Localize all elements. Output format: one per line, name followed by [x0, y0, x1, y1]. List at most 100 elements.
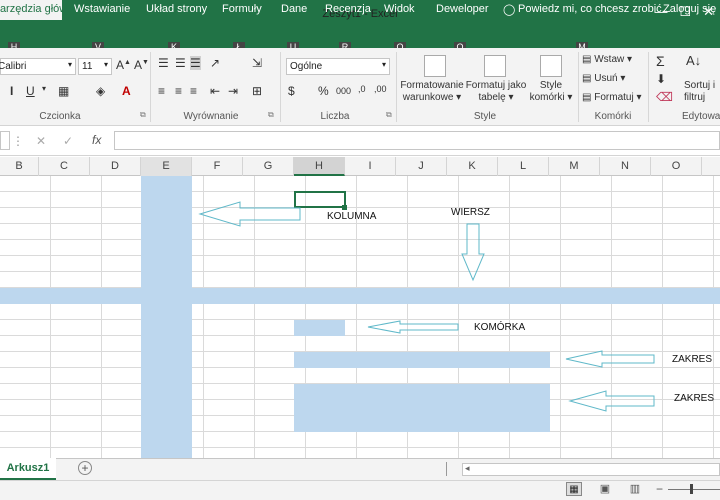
tab-home[interactable]: Narzędzia główne	[0, 0, 62, 20]
grow-font-icon[interactable]: A▲	[116, 58, 131, 72]
insert-function-icon[interactable]: fx	[92, 133, 101, 147]
comma-style-icon[interactable]: 000	[336, 86, 351, 96]
window-controls[interactable]: — ☐ ✕	[642, 4, 714, 20]
formula-bar-grip-icon: ⋮	[12, 134, 24, 148]
decrease-indent-icon[interactable]: ⇤	[210, 84, 220, 98]
fill-icon[interactable]: ⬇	[656, 72, 666, 86]
dialog-launcher-icon[interactable]: ⧉	[386, 110, 392, 120]
arrow-to-range-1	[565, 350, 655, 368]
align-bottom-icon[interactable]: ☰	[190, 56, 201, 70]
dialog-launcher-icon[interactable]: ⧉	[140, 110, 146, 120]
align-center-icon[interactable]: ≡	[175, 84, 182, 98]
tab-data[interactable]: Dane	[281, 3, 307, 15]
minimize-icon[interactable]: —	[654, 4, 667, 19]
column-header[interactable]: M	[549, 157, 600, 176]
align-right-icon[interactable]: ≡	[190, 84, 197, 98]
format-as-table-icon[interactable]	[484, 55, 506, 77]
column-header[interactable]: L	[498, 157, 549, 176]
font-size-select[interactable]: 11 ▾	[78, 58, 112, 75]
column-header[interactable]: C	[39, 157, 90, 176]
increase-indent-icon[interactable]: ⇥	[228, 84, 238, 98]
column-header[interactable]: I	[345, 157, 396, 176]
tab-splitter[interactable]	[446, 462, 447, 476]
chevron-down-icon: ▾	[103, 60, 108, 69]
tab-developer[interactable]: Deweloper	[436, 3, 489, 15]
conditional-formatting-icon[interactable]	[424, 55, 446, 77]
conditional-formatting-button[interactable]: Formatowanie warunkowe ▾	[400, 80, 464, 104]
font-color-icon[interactable]: A	[122, 84, 131, 98]
zoom-out-icon[interactable]: −	[656, 482, 663, 496]
cell-styles-icon[interactable]	[540, 55, 562, 77]
borders-icon[interactable]: ▦	[58, 84, 69, 98]
tab-insert[interactable]: Wstawianie	[74, 3, 130, 15]
sort-filter-button[interactable]: Sortuj i filtruj	[684, 80, 715, 104]
tab-review[interactable]: Recenzja	[325, 3, 371, 15]
normal-view-icon[interactable]: ▦	[566, 482, 582, 496]
group-label-font: Czcionka	[39, 111, 81, 122]
fill-color-icon[interactable]: ◈	[96, 84, 105, 98]
insert-cells-button[interactable]: ▤ Wstaw ▾	[582, 54, 632, 66]
wrap-text-icon[interactable]: ⇲	[252, 56, 262, 70]
clear-icon[interactable]: ⌫	[656, 90, 673, 104]
sort-filter-icon[interactable]: A↓	[686, 53, 701, 68]
delete-label: Usuń	[594, 73, 618, 84]
column-header[interactable]: F	[192, 157, 243, 176]
fill-handle[interactable]	[342, 205, 347, 210]
zoom-slider-thumb[interactable]	[690, 484, 693, 494]
align-left-icon[interactable]: ≡	[158, 84, 165, 98]
column-header[interactable]: B	[0, 157, 39, 176]
confirm-entry-icon[interactable]: ✓	[63, 134, 73, 148]
align-middle-icon[interactable]: ☰	[175, 56, 186, 70]
accounting-format-icon[interactable]: $	[288, 84, 295, 98]
percent-icon[interactable]: %	[318, 84, 329, 98]
page-break-view-icon[interactable]: ▥	[627, 482, 643, 496]
cell-styles-button[interactable]: Style komórki ▾	[524, 80, 578, 104]
cell-styles-label-1: Style	[539, 80, 563, 91]
increase-decimal-icon[interactable]: ,0	[358, 84, 366, 94]
group-label-cells: Komórki	[594, 111, 632, 122]
delete-cells-button[interactable]: ▤ Usuń ▾	[582, 73, 625, 85]
tab-page-layout[interactable]: Układ strony	[146, 3, 207, 15]
sheet-tab-active[interactable]: Arkusz1	[0, 458, 56, 480]
column-header[interactable]: G	[243, 157, 294, 176]
arrow-to-column	[198, 201, 301, 227]
autosum-icon[interactable]: Σ	[656, 53, 665, 69]
merge-center-icon[interactable]: ⊞	[252, 84, 262, 98]
name-box[interactable]	[0, 131, 10, 150]
tab-view[interactable]: Widok	[384, 3, 415, 15]
bold-icon[interactable]: I	[10, 84, 13, 98]
horizontal-scrollbar[interactable]: ◂	[462, 463, 720, 476]
column-header[interactable]: D	[90, 157, 141, 176]
maximize-icon[interactable]: ☐	[679, 4, 691, 19]
label-row: WIERSZ	[451, 207, 490, 218]
close-icon[interactable]: ✕	[703, 4, 714, 19]
separator	[578, 52, 579, 122]
format-cells-button[interactable]: ▤ Formatuj ▾	[582, 92, 642, 104]
orientation-icon[interactable]: ↗	[210, 56, 220, 70]
column-header[interactable]: O	[651, 157, 702, 176]
column-header-active[interactable]: H	[294, 157, 345, 176]
format-as-table-button[interactable]: Formatuj jako tabelę ▾	[464, 80, 528, 104]
decrease-decimal-icon[interactable]: ,00	[374, 84, 387, 94]
column-header[interactable]: J	[396, 157, 447, 176]
tab-formulas[interactable]: Formuły	[222, 3, 262, 15]
add-sheet-icon[interactable]: +	[78, 461, 92, 475]
page-layout-view-icon[interactable]: ▣	[597, 482, 613, 496]
column-header[interactable]: N	[600, 157, 651, 176]
zoom-slider[interactable]	[668, 489, 720, 490]
scroll-left-icon[interactable]: ◂	[465, 463, 470, 474]
chevron-down-icon: ▾	[381, 60, 386, 69]
dialog-launcher-icon[interactable]: ⧉	[268, 110, 274, 120]
font-name-select[interactable]: Calibri ▾	[0, 58, 76, 75]
chevron-down-icon[interactable]: ▾	[42, 84, 46, 93]
column-header[interactable]: K	[447, 157, 498, 176]
formula-input[interactable]	[114, 131, 720, 150]
underline-icon[interactable]: U	[26, 84, 35, 98]
number-format-select[interactable]: Ogólne ▾	[286, 58, 390, 75]
lightbulb-icon: ◯	[503, 4, 516, 16]
sort-label-1: Sortuj i	[684, 80, 716, 91]
shrink-font-icon[interactable]: A▼	[134, 58, 149, 72]
align-top-icon[interactable]: ☰	[158, 56, 169, 70]
cancel-entry-icon[interactable]: ✕	[36, 134, 46, 148]
column-header[interactable]: E	[141, 157, 192, 176]
